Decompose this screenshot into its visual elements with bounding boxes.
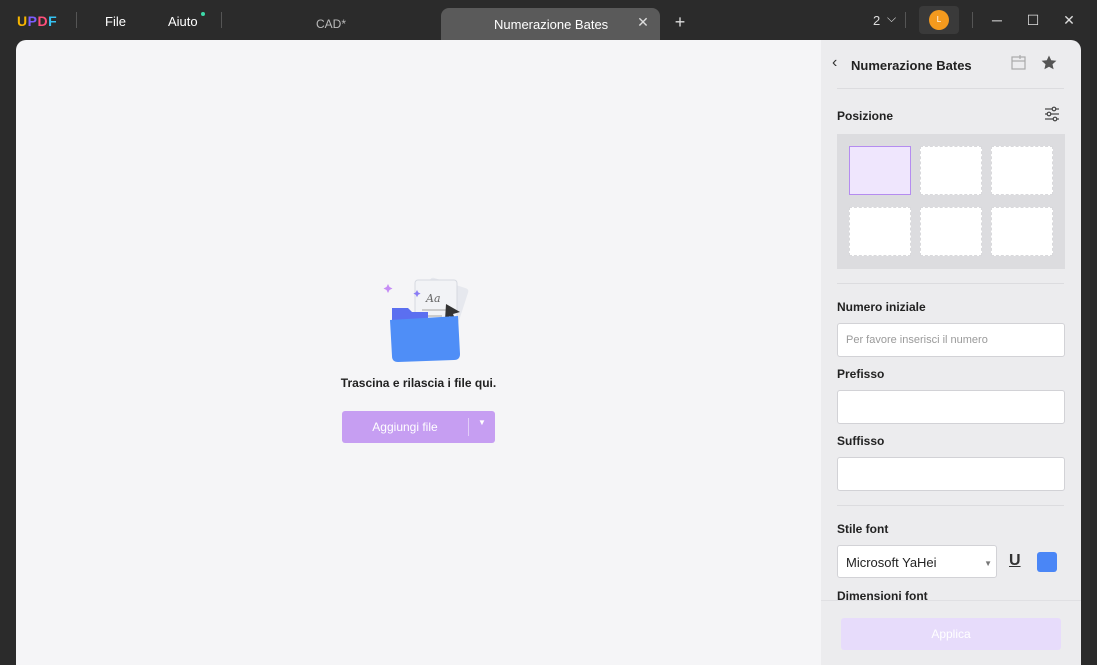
app-logo: UPDF (17, 13, 57, 29)
chevron-down-icon[interactable]: ⌵ (887, 11, 896, 26)
menu-separator (221, 12, 222, 28)
suffix-input[interactable] (837, 457, 1065, 491)
tab-label: Numerazione Bates (494, 17, 609, 32)
suffix-label: Suffisso (837, 434, 885, 448)
sliders-icon[interactable] (1044, 106, 1060, 122)
start-number-label: Numero iniziale (837, 300, 926, 314)
separator (972, 12, 973, 28)
divider (837, 505, 1064, 506)
window-close-icon[interactable]: ✕ (1059, 10, 1079, 30)
folder-illustration-icon: Aa (383, 277, 469, 362)
logo-letter: D (37, 13, 49, 29)
close-icon[interactable]: ✕ (635, 14, 651, 32)
chevron-down-icon[interactable]: ▼ (478, 418, 486, 427)
divider (837, 88, 1064, 89)
star-icon[interactable] (1040, 54, 1058, 72)
menu-file[interactable]: File (105, 14, 126, 29)
drop-area[interactable]: Aa Trascina e rilascia i file qui. Aggiu… (16, 40, 821, 665)
maximize-icon[interactable]: ☐ (1023, 10, 1043, 30)
logo-letter: F (48, 13, 58, 29)
panel-footer: Applica (821, 600, 1081, 665)
position-grid (837, 134, 1065, 269)
position-bottom-center[interactable] (920, 207, 982, 256)
account-button[interactable]: L (919, 6, 959, 34)
position-top-center[interactable] (920, 146, 982, 195)
page-count[interactable]: 2 (873, 13, 880, 28)
tab-bates-numbering[interactable]: Numerazione Bates ✕ (441, 8, 660, 40)
font-select[interactable]: Microsoft YaHei ▼ (837, 545, 997, 578)
menu-help[interactable]: Aiuto (168, 14, 198, 29)
font-select-value: Microsoft YaHei (846, 555, 937, 570)
panel-title: Numerazione Bates (851, 58, 972, 73)
divider (837, 283, 1064, 284)
font-style-label: Stile font (837, 522, 889, 536)
avatar: L (929, 10, 949, 30)
bates-panel: ‹ Numerazione Bates Posizione Numero ini… (821, 40, 1081, 665)
position-top-left[interactable] (849, 146, 911, 195)
apply-button[interactable]: Applica (841, 618, 1061, 650)
notification-dot (201, 12, 205, 16)
plus-icon[interactable]: + (672, 12, 688, 33)
font-color-swatch[interactable] (1037, 552, 1057, 572)
position-bottom-right[interactable] (991, 207, 1053, 256)
add-file-button[interactable]: Aggiungi file ▼ (342, 411, 495, 443)
separator (905, 12, 906, 28)
position-label: Posizione (837, 109, 894, 123)
prefix-label: Prefisso (837, 367, 885, 381)
position-top-right[interactable] (991, 146, 1053, 195)
position-bottom-left[interactable] (849, 207, 911, 256)
add-file-label: Aggiungi file (372, 420, 438, 434)
minimize-icon[interactable]: ─ (987, 10, 1007, 30)
button-divider (468, 418, 469, 436)
menu-separator (76, 12, 77, 28)
title-bar: UPDF File Aiuto CAD* Numerazione Bates ✕… (0, 0, 1097, 40)
template-icon[interactable] (1010, 54, 1028, 72)
logo-letter: P (27, 13, 38, 29)
logo-letter: U (17, 13, 28, 29)
drop-instruction: Trascina e rilascia i file qui. (340, 376, 497, 390)
back-arrow-icon[interactable]: ‹ (832, 54, 837, 72)
svg-text:Aa: Aa (425, 292, 441, 305)
underline-icon[interactable]: U (1009, 552, 1021, 570)
tab-cad[interactable]: CAD* (316, 17, 346, 31)
prefix-input[interactable] (837, 390, 1065, 424)
chevron-down-icon: ▼ (984, 559, 992, 568)
start-number-input[interactable]: Per favore inserisci il numero (837, 323, 1065, 357)
panel-header: ‹ Numerazione Bates (821, 40, 1081, 88)
